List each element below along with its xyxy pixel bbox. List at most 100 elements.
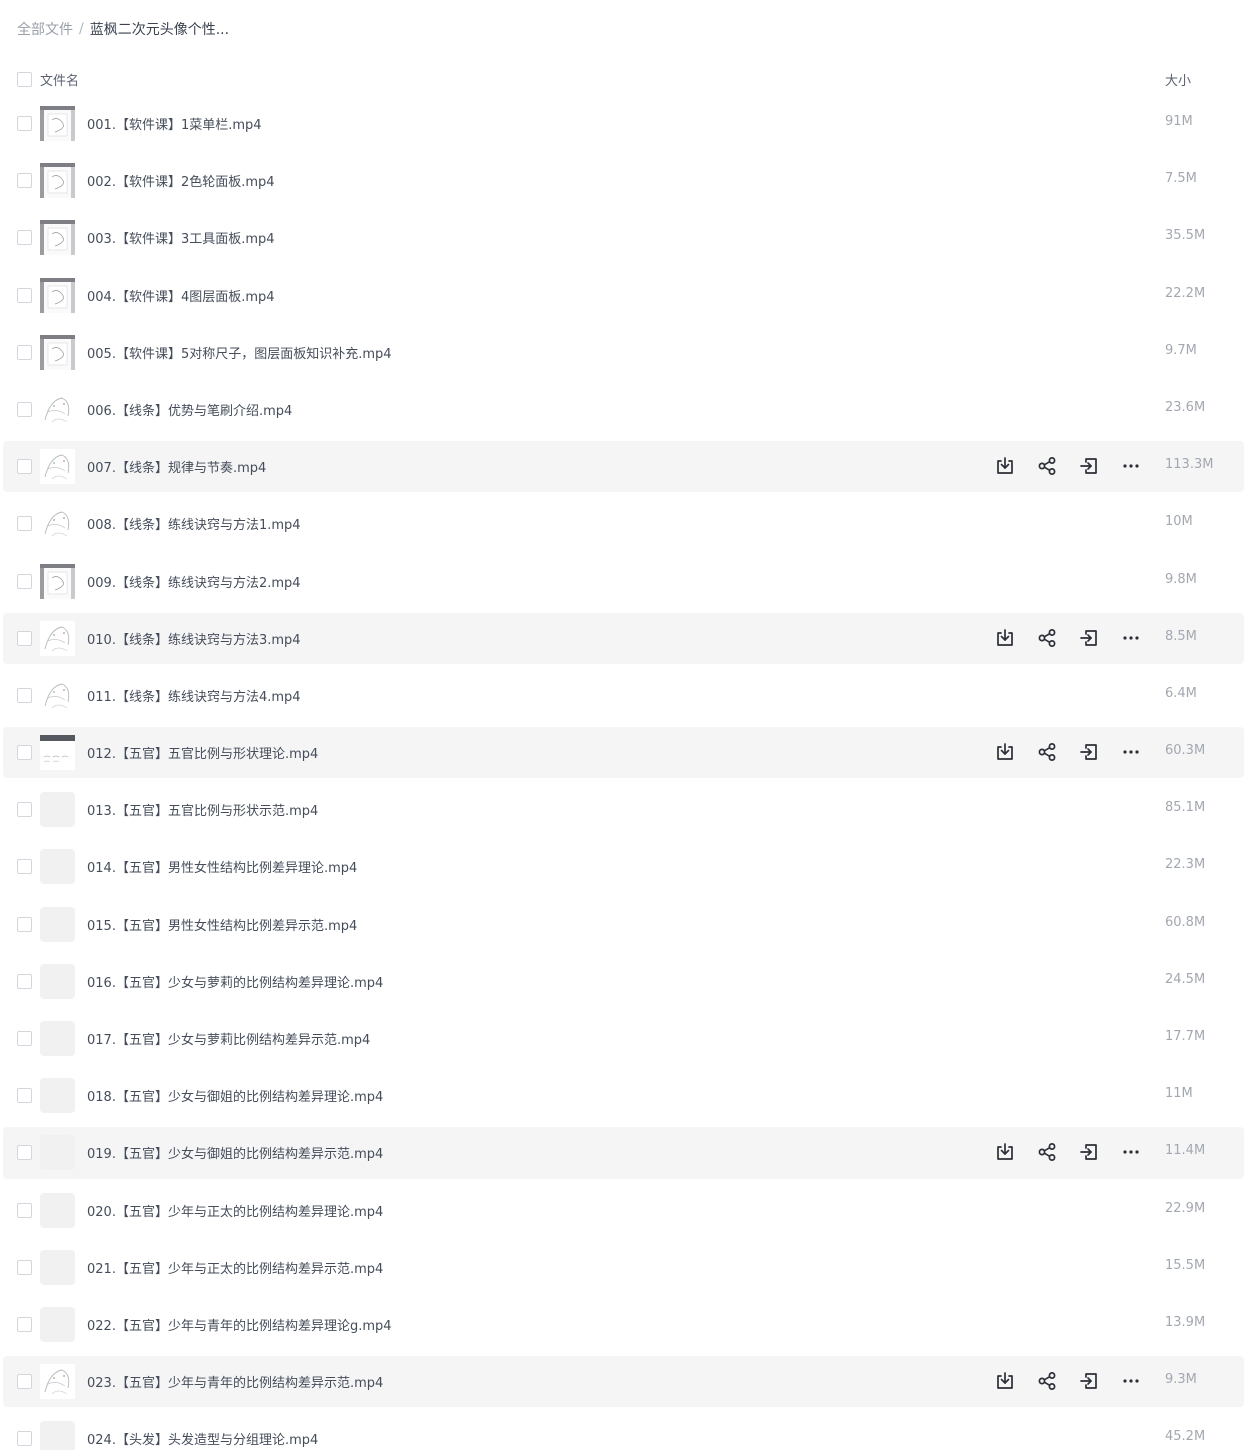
file-name[interactable]: 005.【软件课】5对称尺子，图层面板知识补充.mp4 <box>87 343 392 362</box>
video-thumbnail[interactable] <box>40 1135 75 1171</box>
video-thumbnail[interactable] <box>40 334 75 370</box>
video-thumbnail[interactable] <box>40 277 75 313</box>
file-row[interactable]: 004.【软件课】4图层面板.mp4 22.2M <box>0 267 1244 324</box>
share-icon[interactable] <box>1036 627 1058 649</box>
file-name[interactable]: 021.【五官】少年与正太的比例结构差异示范.mp4 <box>87 1258 383 1277</box>
file-row[interactable]: 003.【软件课】3工具面板.mp4 35.5M <box>0 209 1244 266</box>
row-checkbox[interactable] <box>17 916 32 932</box>
file-row[interactable]: 007.【线条】规律与节奏.mp4 113.3M <box>0 438 1244 495</box>
row-checkbox[interactable] <box>17 401 32 417</box>
row-checkbox[interactable] <box>17 1145 32 1161</box>
file-row[interactable]: 023.【五官】少年与青年的比例结构差异示范.mp4 9.3M <box>0 1353 1244 1410</box>
file-row[interactable]: 009.【线条】练线诀窍与方法2.mp4 9.8M <box>0 553 1244 610</box>
file-row[interactable]: 005.【软件课】5对称尺子，图层面板知识补充.mp4 9.7M <box>0 324 1244 381</box>
file-name[interactable]: 002.【软件课】2色轮面板.mp4 <box>87 171 275 190</box>
video-thumbnail[interactable] <box>40 1249 75 1285</box>
file-row[interactable]: 024.【头发】头发造型与分组理论.mp4 45.2M <box>0 1410 1244 1450</box>
row-checkbox[interactable] <box>17 1374 32 1390</box>
file-row[interactable]: 010.【线条】练线诀窍与方法3.mp4 8.5M <box>0 610 1244 667</box>
row-checkbox[interactable] <box>17 745 32 761</box>
video-thumbnail[interactable] <box>40 792 75 828</box>
video-thumbnail[interactable] <box>40 620 75 656</box>
share-icon[interactable] <box>1036 1141 1058 1163</box>
row-checkbox[interactable] <box>17 1259 32 1275</box>
download-icon[interactable] <box>994 1141 1016 1163</box>
download-icon[interactable] <box>994 627 1016 649</box>
move-icon[interactable] <box>1078 741 1100 763</box>
row-checkbox[interactable] <box>17 173 32 189</box>
file-name[interactable]: 007.【线条】规律与节奏.mp4 <box>87 457 266 476</box>
video-thumbnail[interactable] <box>40 391 75 427</box>
file-row[interactable]: 017.【五官】少女与萝莉比例结构差异示范.mp4 17.7M <box>0 1010 1244 1067</box>
video-thumbnail[interactable] <box>40 677 75 713</box>
download-icon[interactable] <box>994 1370 1016 1392</box>
row-checkbox[interactable] <box>17 344 32 360</box>
file-row[interactable]: 019.【五官】少女与御姐的比例结构差异示范.mp4 11.4M <box>0 1124 1244 1181</box>
video-thumbnail[interactable] <box>40 506 75 542</box>
file-name[interactable]: 008.【线条】练线诀窍与方法1.mp4 <box>87 514 301 533</box>
file-name[interactable]: 022.【五官】少年与青年的比例结构差异理论g.mp4 <box>87 1315 392 1334</box>
file-name[interactable]: 023.【五官】少年与青年的比例结构差异示范.mp4 <box>87 1372 383 1391</box>
video-thumbnail[interactable] <box>40 163 75 199</box>
share-icon[interactable] <box>1036 741 1058 763</box>
file-name[interactable]: 001.【软件课】1菜单栏.mp4 <box>87 114 262 133</box>
more-icon[interactable] <box>1120 1141 1142 1163</box>
row-checkbox[interactable] <box>17 459 32 475</box>
row-checkbox[interactable] <box>17 687 32 703</box>
download-icon[interactable] <box>994 741 1016 763</box>
video-thumbnail[interactable] <box>40 106 75 141</box>
file-row[interactable]: 002.【软件课】2色轮面板.mp4 7.5M <box>0 152 1244 209</box>
move-icon[interactable] <box>1078 627 1100 649</box>
video-thumbnail[interactable] <box>40 1078 75 1114</box>
select-all-checkbox[interactable] <box>17 72 32 87</box>
file-row[interactable]: 013.【五官】五官比例与形状示范.mp4 85.1M <box>0 781 1244 838</box>
row-checkbox[interactable] <box>17 573 32 589</box>
row-checkbox[interactable] <box>17 1431 32 1447</box>
file-row[interactable]: 016.【五官】少女与萝莉的比例结构差异理论.mp4 24.5M <box>0 953 1244 1010</box>
file-name[interactable]: 018.【五官】少女与御姐的比例结构差异理论.mp4 <box>87 1086 383 1105</box>
row-checkbox[interactable] <box>17 116 32 131</box>
file-row[interactable]: 008.【线条】练线诀窍与方法1.mp4 10M <box>0 495 1244 552</box>
video-thumbnail[interactable] <box>40 735 75 771</box>
file-row[interactable]: 015.【五官】男性女性结构比例差异示范.mp4 60.8M <box>0 896 1244 953</box>
file-row[interactable]: 006.【线条】优势与笔刷介绍.mp4 23.6M <box>0 381 1244 438</box>
video-thumbnail[interactable] <box>40 906 75 942</box>
file-name[interactable]: 012.【五官】五官比例与形状理论.mp4 <box>87 743 318 762</box>
file-name[interactable]: 019.【五官】少女与御姐的比例结构差异示范.mp4 <box>87 1143 383 1162</box>
row-checkbox[interactable] <box>17 630 32 646</box>
more-icon[interactable] <box>1120 1370 1142 1392</box>
row-checkbox[interactable] <box>17 1316 32 1332</box>
file-name[interactable]: 017.【五官】少女与萝莉比例结构差异示范.mp4 <box>87 1029 370 1048</box>
move-icon[interactable] <box>1078 1370 1100 1392</box>
video-thumbnail[interactable] <box>40 1306 75 1342</box>
file-name[interactable]: 011.【线条】练线诀窍与方法4.mp4 <box>87 686 301 705</box>
row-checkbox[interactable] <box>17 230 32 246</box>
breadcrumb-root-link[interactable]: 全部文件 <box>17 19 73 39</box>
video-thumbnail[interactable] <box>40 563 75 599</box>
file-row[interactable]: 018.【五官】少女与御姐的比例结构差异理论.mp4 11M <box>0 1067 1244 1124</box>
more-icon[interactable] <box>1120 455 1142 477</box>
video-thumbnail[interactable] <box>40 1364 75 1400</box>
download-icon[interactable] <box>994 455 1016 477</box>
file-row[interactable]: 022.【五官】少年与青年的比例结构差异理论g.mp4 13.9M <box>0 1296 1244 1353</box>
video-thumbnail[interactable] <box>40 1021 75 1056</box>
file-name[interactable]: 003.【软件课】3工具面板.mp4 <box>87 228 275 247</box>
more-icon[interactable] <box>1120 741 1142 763</box>
file-name[interactable]: 010.【线条】练线诀窍与方法3.mp4 <box>87 629 301 648</box>
row-checkbox[interactable] <box>17 859 32 875</box>
column-header-name[interactable]: 文件名 <box>40 70 79 89</box>
row-checkbox[interactable] <box>17 1031 32 1046</box>
share-icon[interactable] <box>1036 455 1058 477</box>
move-icon[interactable] <box>1078 455 1100 477</box>
share-icon[interactable] <box>1036 1370 1058 1392</box>
file-name[interactable]: 016.【五官】少女与萝莉的比例结构差异理论.mp4 <box>87 972 383 991</box>
move-icon[interactable] <box>1078 1141 1100 1163</box>
row-checkbox[interactable] <box>17 973 32 989</box>
video-thumbnail[interactable] <box>40 963 75 999</box>
file-name[interactable]: 006.【线条】优势与笔刷介绍.mp4 <box>87 400 292 419</box>
more-icon[interactable] <box>1120 627 1142 649</box>
row-checkbox[interactable] <box>17 802 32 818</box>
file-name[interactable]: 015.【五官】男性女性结构比例差异示范.mp4 <box>87 915 357 934</box>
file-row[interactable]: 012.【五官】五官比例与形状理论.mp4 60.3M <box>0 724 1244 781</box>
video-thumbnail[interactable] <box>40 849 75 885</box>
